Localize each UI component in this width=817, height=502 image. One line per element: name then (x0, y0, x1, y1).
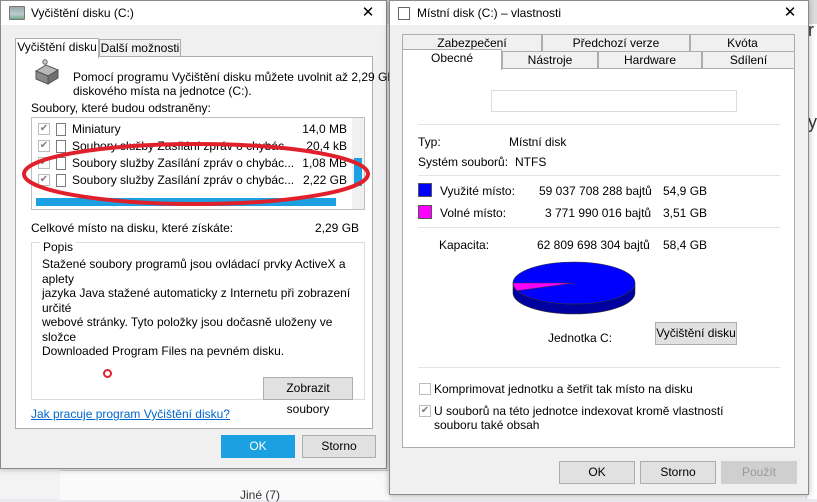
tab-hardware[interactable]: Hardware (598, 51, 702, 69)
free-space-bytes: 3 771 990 016 bajtů (545, 206, 652, 220)
ok-button[interactable]: OK (221, 435, 295, 458)
tab-previous-versions[interactable]: Předchozí verze (542, 34, 690, 51)
cancel-button[interactable]: Storno (302, 435, 376, 458)
background-letter: y (808, 112, 817, 132)
type-value: Místní disk (509, 135, 567, 149)
drive-properties-window: Místní disk (C:) – vlastnosti ✕ Zabezpeč… (389, 0, 809, 495)
capacity-gb: 58,4 GB (663, 238, 708, 252)
tab-label: Další možnosti (100, 41, 180, 55)
divider (418, 175, 780, 176)
ok-button[interactable]: OK (559, 461, 635, 484)
tab-label: Hardware (623, 53, 677, 67)
used-space-swatch (418, 183, 432, 197)
index-checkbox[interactable]: ✔ (419, 405, 431, 417)
tab-disk-cleanup[interactable]: Vyčištění disku (15, 38, 99, 58)
tab-tools[interactable]: Nástroje (502, 51, 598, 69)
description-line: webové stránky. Tyto položky jsou dočasn… (42, 315, 333, 344)
drive-icon (398, 6, 410, 20)
file-icon (56, 123, 66, 136)
used-space-bytes: 59 037 708 288 bajtů (539, 184, 652, 198)
tab-quota[interactable]: Kvóta (690, 34, 795, 51)
total-space-label: Celkové místo na disku, které získáte: (31, 221, 234, 235)
used-space-gb: 54,9 GB (663, 184, 708, 198)
disk-cleanup-icon (9, 6, 25, 20)
drive-label: Jednotka C: (548, 331, 613, 345)
filesystem-value: NTFS (515, 155, 547, 169)
description-text: Stažené soubory programů jsou ovládací p… (42, 257, 362, 359)
cleanup-titlebar[interactable]: Vyčištění disku (C:) ✕ (1, 1, 386, 25)
index-label-line-1[interactable]: U souborů na této jednotce indexovat kro… (434, 404, 724, 418)
close-icon[interactable]: ✕ (358, 3, 378, 23)
disk-cleanup-button[interactable]: Vyčištění disku (655, 322, 737, 345)
tab-label: Vyčištění disku (17, 40, 97, 54)
intro-line-2: diskového místa na jednotce (C:). (73, 84, 252, 98)
index-label-line-2[interactable]: souboru také obsah (434, 418, 539, 432)
item-name: Miniatury (72, 122, 121, 136)
compress-checkbox[interactable] (419, 383, 431, 395)
capacity-bytes: 62 809 698 304 bajtů (537, 238, 650, 252)
view-files-button[interactable]: Zobrazit soubory (263, 377, 353, 416)
description-group: Popis Stažené soubory programů jsou ovlá… (31, 240, 365, 416)
properties-window-title: Místní disk (C:) – vlastnosti (417, 6, 562, 20)
cleanup-window-title: Vyčištění disku (C:) (31, 6, 134, 20)
total-space-value: 2,29 GB (315, 221, 360, 235)
help-link[interactable]: Jak pracuje program Vyčištění disku? (31, 407, 230, 421)
close-icon[interactable]: ✕ (780, 3, 800, 23)
tab-label: Zabezpečení (437, 36, 507, 50)
divider (418, 124, 780, 125)
description-title: Popis (40, 240, 77, 254)
tab-label: Obecné (430, 51, 474, 65)
background-tree-item[interactable]: Jiné (7) (240, 488, 280, 502)
item-checkbox[interactable]: ✔ (38, 123, 50, 135)
apply-button: Použít (721, 461, 797, 484)
tab-label: Kvóta (727, 36, 758, 50)
divider (418, 367, 780, 368)
capacity-label: Kapacita: (439, 238, 490, 252)
type-label: Typ: (418, 135, 441, 149)
tab-label: Předchozí verze (572, 36, 660, 50)
background-statusbar (60, 470, 390, 500)
cleanup-tab-pane: Pomocí programu Vyčištění disku můžete u… (15, 56, 395, 429)
used-space-label: Využité místo: (440, 184, 515, 198)
description-line: Downloaded Program Files na pevném disku… (42, 344, 285, 358)
free-space-label: Volné místo: (440, 206, 507, 220)
files-to-delete-label: Soubory, které budou odstraněny: (31, 101, 211, 115)
tab-general[interactable]: Obecné (402, 49, 502, 70)
general-tab-pane: Typ: Místní disk Systém souborů: NTFS Vy… (402, 68, 795, 448)
free-space-gb: 3,51 GB (663, 206, 708, 220)
cancel-button[interactable]: Storno (640, 461, 716, 484)
annotation-ellipse (22, 142, 370, 206)
filesystem-label: Systém souborů: (418, 155, 509, 169)
intro-line-1: Pomocí programu Vyčištění disku můžete u… (73, 70, 396, 84)
divider (418, 227, 780, 228)
tab-label: Nástroje (527, 53, 573, 67)
tab-label: Sdílení (729, 53, 768, 67)
hard-drive-icon (34, 59, 60, 85)
free-space-swatch (418, 205, 432, 219)
tab-more-options[interactable]: Další možnosti (99, 39, 181, 57)
disk-usage-pie (512, 261, 636, 315)
item-size: 14,0 MB (302, 122, 347, 136)
description-line: Stažené soubory programů jsou ovládací p… (42, 257, 346, 286)
compress-label[interactable]: Komprimovat jednotku a šetřit tak místo … (434, 382, 693, 396)
properties-titlebar[interactable]: Místní disk (C:) – vlastnosti ✕ (390, 1, 808, 25)
record-dot-icon (103, 369, 112, 378)
volume-name-input[interactable] (491, 90, 737, 112)
tab-sharing[interactable]: Sdílení (702, 51, 795, 69)
disk-cleanup-window: Vyčištění disku (C:) ✕ Vyčištění disku D… (0, 0, 395, 469)
description-line: jazyka Java stažené automaticky z Intern… (42, 286, 351, 315)
